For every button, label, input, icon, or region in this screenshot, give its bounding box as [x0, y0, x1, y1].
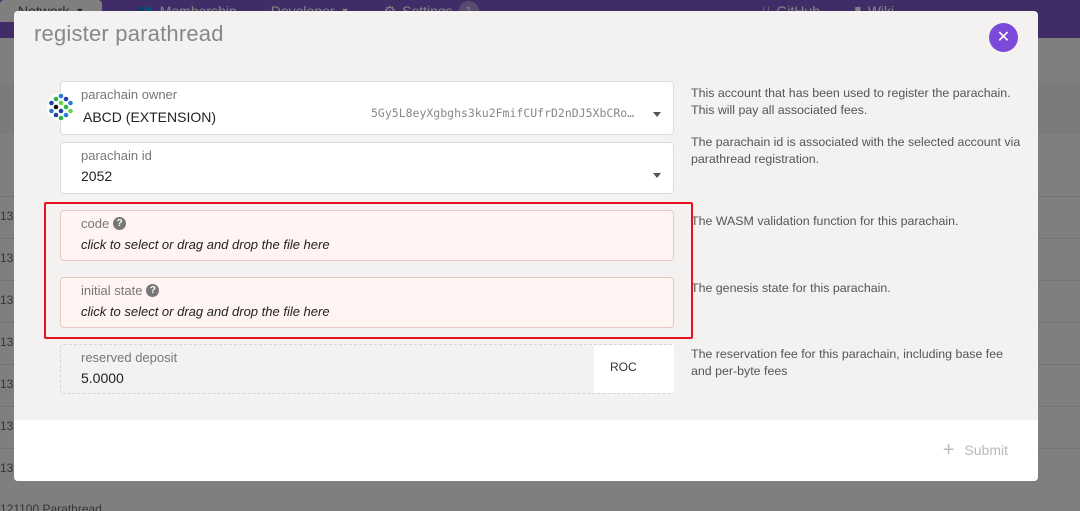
owner-account-name: ABCD (EXTENSION)	[83, 109, 217, 125]
account-identicon-icon	[47, 93, 75, 121]
deposit-value: 5.0000	[81, 370, 124, 386]
modal-footer: + Submit	[14, 420, 1038, 481]
dropzone-placeholder: click to select or drag and drop the fil…	[81, 237, 330, 252]
plus-icon: +	[942, 439, 955, 461]
chevron-down-icon	[653, 112, 661, 117]
owner-address: 5Gy5L8eyXgbghs3ku2FmifCUfrD2nDJ5XbCRo…	[371, 106, 635, 120]
close-button[interactable]: ✕	[989, 23, 1018, 52]
code-help-text: The WASM validation function for this pa…	[691, 214, 959, 228]
help-icon[interactable]: ?	[113, 217, 127, 230]
parachain-id-select[interactable]: parachain id 2052	[60, 142, 674, 194]
initial-state-help-text: The genesis state for this parachain.	[691, 281, 891, 295]
initial-state-file-dropzone[interactable]: initial state ? click to select or drag …	[60, 277, 674, 328]
deposit-help-text: The reservation fee for this parachain, …	[691, 347, 1004, 378]
field-label: parachain owner	[81, 87, 178, 102]
close-icon: ✕	[996, 29, 1011, 46]
submit-label: Submit	[964, 442, 1008, 458]
modal-title: register parathread	[34, 21, 224, 46]
dropzone-placeholder: click to select or drag and drop the fil…	[81, 304, 330, 319]
register-parathread-modal: register parathread ✕ parachain owner AB…	[14, 11, 1038, 481]
field-label: code	[81, 216, 110, 231]
parachain-owner-select[interactable]: parachain owner ABCD (EXTENSION) 5Gy5L8e…	[60, 81, 674, 135]
field-label: reserved deposit	[81, 350, 178, 365]
chevron-down-icon	[653, 173, 661, 178]
field-label: parachain id	[81, 148, 152, 163]
code-file-dropzone[interactable]: code ? click to select or drag and drop …	[60, 210, 674, 261]
parachain-id-value: 2052	[81, 168, 113, 184]
submit-button[interactable]: + Submit	[942, 439, 1008, 461]
owner-help-text: This account that has been used to regis…	[691, 86, 1011, 117]
reserved-deposit-field: reserved deposit 5.0000 ROC	[60, 344, 674, 394]
deposit-unit: ROC	[594, 345, 674, 393]
para-id-help-text: The parachain id is associated with the …	[691, 135, 1021, 166]
field-label: initial state	[81, 283, 143, 298]
help-icon[interactable]: ?	[146, 284, 160, 297]
